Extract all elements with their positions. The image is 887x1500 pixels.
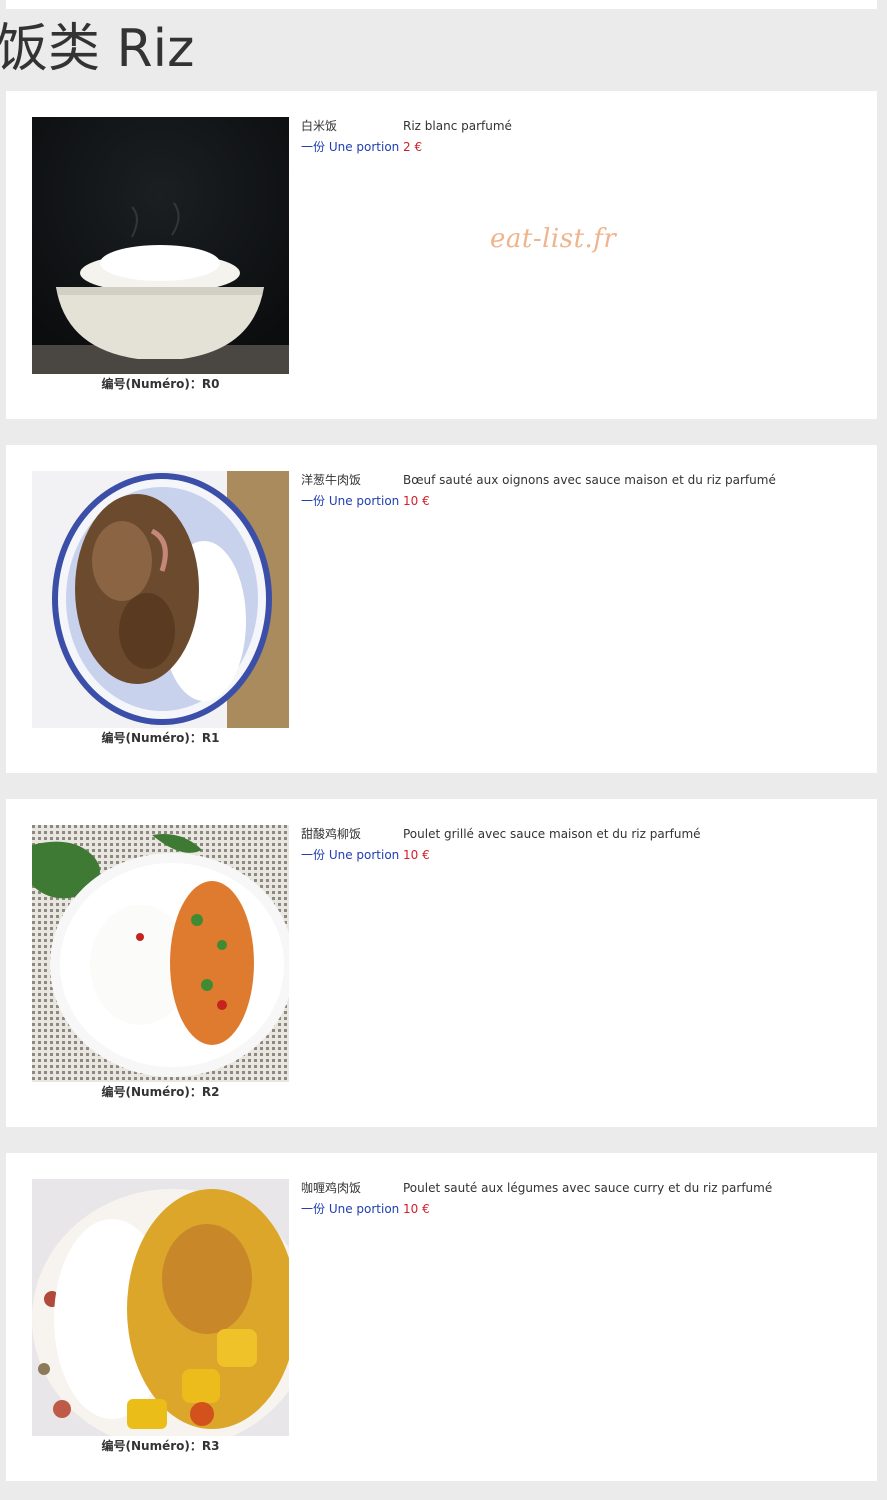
watermark-logo: eat-list.fr xyxy=(490,224,617,254)
menu-item-card: 编号(Numéro)：R3 咖喱鸡肉饭 Poulet sauté aux lég… xyxy=(6,1153,877,1481)
item-price: 10 € xyxy=(403,494,430,508)
dish-photo xyxy=(32,1179,289,1436)
item-description-fr: Poulet grillé avec sauce maison et du ri… xyxy=(403,827,701,841)
item-description-fr: Riz blanc parfumé xyxy=(403,119,512,133)
portion-label: 一份 Une portion xyxy=(301,140,400,154)
dish-photo xyxy=(32,825,289,1082)
portion-label: 一份 Une portion xyxy=(301,494,400,508)
item-name-zh: 甜酸鸡柳饭 xyxy=(301,827,362,841)
item-number: 编号(Numéro)：R2 xyxy=(101,1085,220,1099)
item-name-zh: 洋葱牛肉饭 xyxy=(301,473,362,487)
item-price: 10 € xyxy=(403,848,430,862)
top-strip xyxy=(6,0,877,9)
portion-label: 一份 Une portion xyxy=(301,848,400,862)
item-description-fr: Bœuf sauté aux oignons avec sauce maison… xyxy=(403,473,776,487)
item-name-zh: 咖喱鸡肉饭 xyxy=(301,1181,362,1195)
dish-photo xyxy=(32,471,289,728)
portion-label: 一份 Une portion xyxy=(301,1202,400,1216)
item-price: 10 € xyxy=(403,1202,430,1216)
item-number: 编号(Numéro)：R1 xyxy=(101,731,220,745)
item-name-zh: 白米饭 xyxy=(301,119,338,133)
item-number: 编号(Numéro)：R3 xyxy=(101,1439,220,1453)
item-number: 编号(Numéro)：R0 xyxy=(101,377,220,391)
item-description-fr: Poulet sauté aux légumes avec sauce curr… xyxy=(403,1181,773,1195)
menu-item-card: 编号(Numéro)：R2 甜酸鸡柳饭 Poulet grillé avec s… xyxy=(6,799,877,1127)
item-price: 2 € xyxy=(403,140,423,154)
menu-item-card: 编号(Numéro)：R0 白米饭 Riz blanc parfumé 一份 U… xyxy=(6,91,877,419)
section-title: 饭类 Riz xyxy=(0,19,195,79)
menu-item-card: 编号(Numéro)：R1 洋葱牛肉饭 Bœuf sauté aux oigno… xyxy=(6,445,877,773)
dish-photo xyxy=(32,117,289,374)
